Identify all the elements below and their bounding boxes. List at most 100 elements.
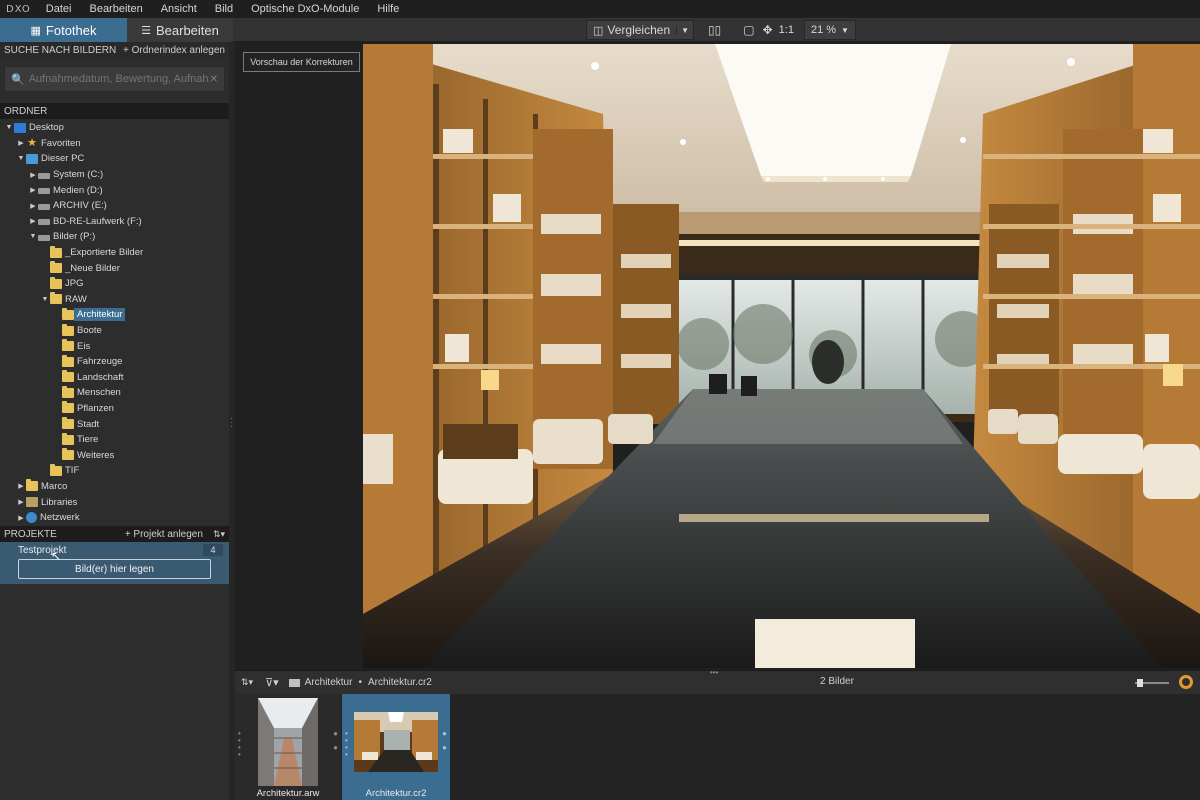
search-input[interactable] <box>28 73 210 85</box>
split-view-button[interactable]: ▯▯ <box>702 20 727 40</box>
move-tool-button[interactable]: ✥ <box>761 20 775 40</box>
folder-tree-item[interactable]: Weiteres <box>0 447 229 463</box>
caret-down-icon[interactable]: ▼ <box>16 155 26 162</box>
folder-tree-item[interactable]: Menschen <box>0 385 229 401</box>
sort-icon[interactable]: ⇅▾ <box>241 677 253 688</box>
folder-tree-item[interactable]: Fahrzeuge <box>0 354 229 370</box>
chevron-down-icon[interactable]: ▼ <box>676 25 689 35</box>
menu-ansicht[interactable]: Ansicht <box>152 0 206 18</box>
folder-tree-item[interactable]: ▶ System (C:) <box>0 167 229 183</box>
drop-zone[interactable]: Bild(er) hier legen <box>18 559 211 579</box>
preview-corrections-button[interactable]: Vorschau der Korrekturen <box>243 52 360 72</box>
tab-fotothek[interactable]: ▦ Fotothek <box>0 18 127 42</box>
sync-icon[interactable] <box>1179 675 1193 689</box>
folder-label: TIF <box>65 465 80 477</box>
main-photo[interactable] <box>363 44 1200 668</box>
compare-icon: ◫ <box>593 24 604 37</box>
folder-tree-item[interactable]: Tiere <box>0 432 229 448</box>
caret-right-icon[interactable]: ▶ <box>16 498 26 506</box>
compare-button[interactable]: ◫ Vergleichen ▼ <box>586 20 695 40</box>
folder-tree-item[interactable]: ▶ Netzwerk <box>0 510 229 526</box>
search-header: SUCHE NACH BILDERN + Ordnerindex anlegen <box>0 42 229 58</box>
caret-right-icon[interactable]: ▶ <box>16 514 26 522</box>
folder-icon <box>62 339 74 352</box>
lib-icon <box>26 497 38 508</box>
folder-tree-item[interactable]: ▼ Dieser PC <box>0 151 229 167</box>
folder-tree-item[interactable]: ▶ ARCHIV (E:) <box>0 198 229 214</box>
cursor-icon: ↖ <box>51 549 62 563</box>
grip-icon[interactable]: ••• <box>710 668 718 677</box>
folder-label: _Exportierte Bilder <box>65 247 144 259</box>
slider-knob[interactable] <box>1137 679 1143 687</box>
folder-tree-item[interactable]: ▼ RAW <box>0 292 229 308</box>
folder-tree-item[interactable]: _Exportierte Bilder <box>0 245 229 261</box>
path-file: Architektur.cr2 <box>367 677 432 688</box>
folder-tree-item[interactable]: _Neue Bilder <box>0 260 229 276</box>
folder-label: System (C:) <box>53 169 104 181</box>
caret-down-icon[interactable]: ▼ <box>4 124 14 131</box>
drag-handle-icon: ● ● <box>442 729 447 752</box>
thumbnail-size-slider[interactable] <box>1135 679 1169 687</box>
folder-label: Landschaft <box>77 371 124 383</box>
folder-tree: ▼ Desktop ▶ ★ Favoriten ▼ Dieser PC ▶ System (C:… <box>0 119 229 557</box>
thumbnail-name: Architektur.cr2 <box>365 788 427 799</box>
menu-bearbeiten[interactable]: Bearbeiten <box>80 0 151 18</box>
zoom-1to1-button[interactable]: 1:1 <box>775 20 798 40</box>
project-item[interactable]: Testprojekt 4 Bild(er) hier legen <box>0 542 229 584</box>
tab-bearbeiten[interactable]: ☰ Bearbeiten <box>127 18 233 42</box>
menu-optische-module[interactable]: Optische DxO-Module <box>242 0 368 18</box>
folder-label: Pflanzen <box>77 402 114 414</box>
menu-bild[interactable]: Bild <box>206 0 242 18</box>
folder-label: Boote <box>77 325 102 337</box>
folder-label: Netzwerk <box>40 512 80 524</box>
folder-tree-item[interactable]: ▶ BD-RE-Laufwerk (F:) <box>0 214 229 230</box>
menu-datei[interactable]: Datei <box>37 0 81 18</box>
add-project-button[interactable]: + Projekt anlegen <box>125 529 203 540</box>
caret-down-icon[interactable]: ▼ <box>40 296 50 303</box>
drive-icon <box>38 234 50 241</box>
folder-tree-item[interactable]: ▶ ★ Favoriten <box>0 136 229 152</box>
caret-right-icon[interactable]: ▶ <box>16 139 26 147</box>
folder-icon <box>62 448 74 461</box>
folder-tree-item[interactable]: Stadt <box>0 416 229 432</box>
folder-icon <box>62 354 74 367</box>
folder-tree-item[interactable]: ▼ Bilder (P:) <box>0 229 229 245</box>
caret-right-icon[interactable]: ▶ <box>28 186 38 194</box>
caret-right-icon[interactable]: ▶ <box>28 217 38 225</box>
folder-tree-item[interactable]: Landschaft <box>0 370 229 386</box>
folder-tree-item[interactable]: ▶ Medien (D:) <box>0 182 229 198</box>
thumbnail-item[interactable]: • • • • ● ● Architektur.arw <box>235 694 341 800</box>
zoom-select[interactable]: 21 % ▼ <box>803 20 856 40</box>
sort-icon[interactable]: ⇅▾ <box>213 529 225 540</box>
folder-tree-item[interactable]: Pflanzen <box>0 401 229 417</box>
folder-tree-item[interactable]: JPG <box>0 276 229 292</box>
menu-bar: DXO Datei Bearbeiten Ansicht Bild Optisc… <box>0 0 1200 18</box>
image-viewer: Vorschau der Korrekturen <box>235 42 1200 670</box>
close-icon[interactable]: ✕ <box>210 74 218 85</box>
grip-icon[interactable]: · · · <box>230 414 233 431</box>
folder-tree-item[interactable]: ▶ Marco <box>0 479 229 495</box>
crop-view-button[interactable]: ▢ <box>737 20 760 40</box>
drag-handle-icon: ● ● <box>333 729 338 752</box>
folder-tree-item[interactable]: ▼ Desktop <box>0 120 229 136</box>
folder-tree-item[interactable]: Eis <box>0 338 229 354</box>
thumbnail-item-selected[interactable]: • • • • ● ● Architektur.cr2 <box>342 694 450 800</box>
menu-hilfe[interactable]: Hilfe <box>368 0 408 18</box>
folder-label: BD-RE-Laufwerk (F:) <box>53 215 142 227</box>
drive-icon <box>38 172 50 179</box>
folder-label: Fahrzeuge <box>77 356 123 368</box>
add-folder-index-button[interactable]: + Ordnerindex anlegen <box>123 45 225 56</box>
thumbnail-name: Architektur.arw <box>256 788 320 799</box>
caret-down-icon[interactable]: ▼ <box>28 233 38 240</box>
star-icon: ★ <box>27 137 37 150</box>
folder-tree-item[interactable]: TIF <box>0 463 229 479</box>
folder-tree-item[interactable]: ▶ Libraries <box>0 494 229 510</box>
folder-tree-item[interactable]: Boote <box>0 323 229 339</box>
photo-illustration <box>363 44 1200 668</box>
caret-right-icon[interactable]: ▶ <box>16 482 26 490</box>
filter-icon[interactable]: ⊽▾ <box>265 676 279 689</box>
image-count: 2 Bilder <box>820 676 854 687</box>
caret-right-icon[interactable]: ▶ <box>28 171 38 179</box>
caret-right-icon[interactable]: ▶ <box>28 202 38 210</box>
folder-tree-item[interactable]: Architektur <box>0 307 229 323</box>
